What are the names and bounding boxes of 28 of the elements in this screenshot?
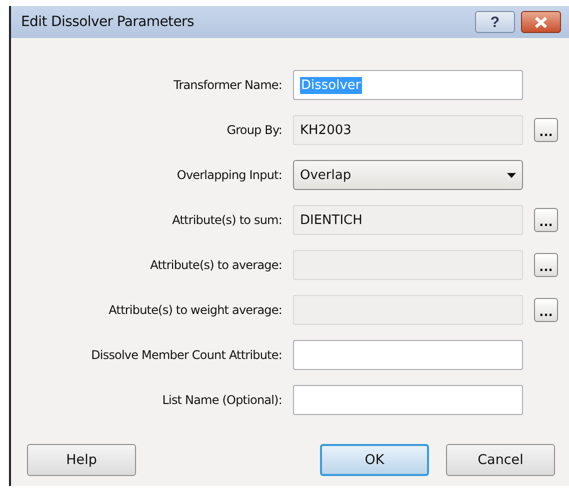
field-label: Dissolve Member Count Attribute: xyxy=(90,348,282,362)
browse-button[interactable]: ... xyxy=(534,118,558,142)
field-label: Attribute(s) to weight average: xyxy=(108,303,282,317)
window-title: Edit Dissolver Parameters xyxy=(21,14,196,30)
text-field[interactable] xyxy=(293,295,523,325)
browse-button[interactable]: ... xyxy=(534,208,558,232)
close-icon xyxy=(534,16,548,28)
field-label: Overlapping Input: xyxy=(176,168,282,182)
selected-text: Dissolver xyxy=(300,76,362,94)
close-button[interactable] xyxy=(521,11,561,33)
field-label: Group By: xyxy=(226,123,282,137)
field-label: Transformer Name: xyxy=(172,78,282,92)
browse-button[interactable]: ... xyxy=(534,253,558,277)
text-field[interactable]: DIENTICH xyxy=(293,205,523,235)
dropdown[interactable]: Overlap xyxy=(293,160,523,190)
field-label: Attribute(s) to average: xyxy=(149,258,282,272)
browse-button[interactable]: ... xyxy=(534,298,558,322)
text-field[interactable] xyxy=(293,250,523,280)
help-button[interactable]: ? xyxy=(475,11,515,33)
dialog-button[interactable]: OK xyxy=(320,444,429,476)
dialog-button[interactable]: Cancel xyxy=(446,444,555,476)
field-label: Attribute(s) to sum: xyxy=(171,213,282,227)
text-field[interactable]: KH2003 xyxy=(293,115,523,145)
text-field[interactable] xyxy=(293,340,523,370)
text-field[interactable] xyxy=(293,385,523,415)
field-label: List Name (Optional): xyxy=(161,393,282,407)
dialog-button[interactable]: Help xyxy=(27,444,136,476)
dropdown-arrow-icon xyxy=(507,172,516,178)
